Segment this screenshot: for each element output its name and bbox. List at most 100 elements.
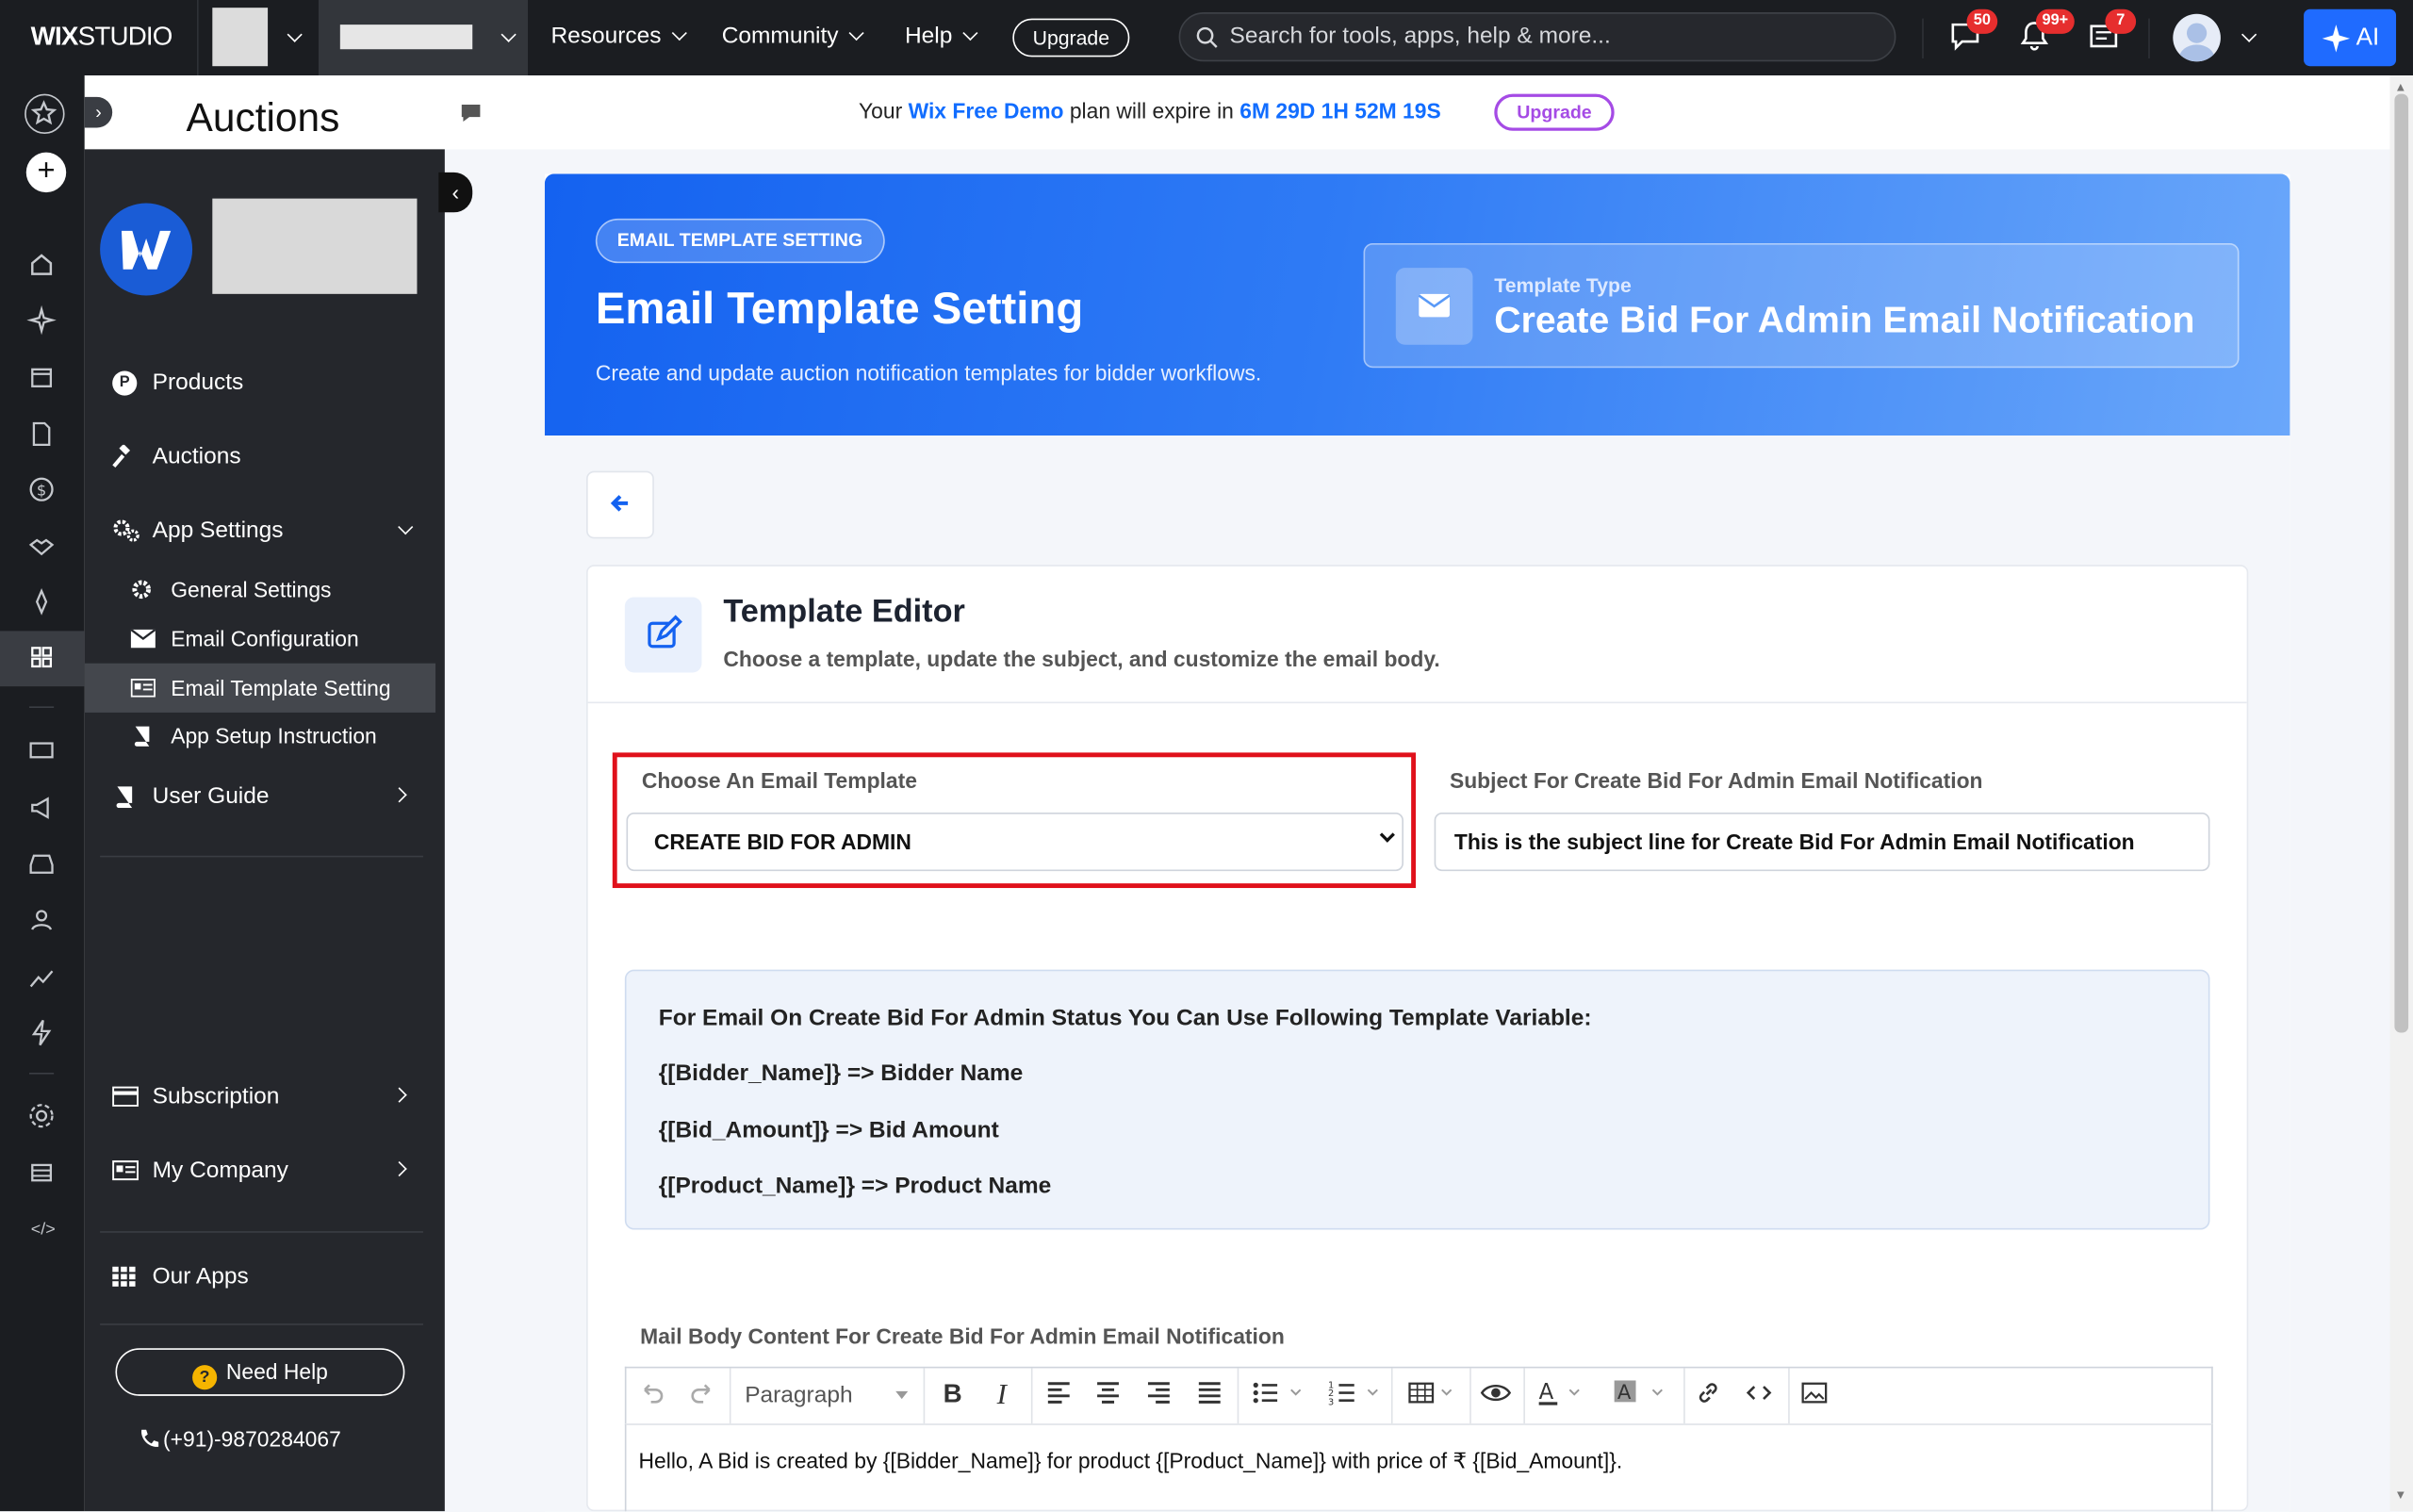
undo-icon[interactable] xyxy=(639,1379,670,1413)
chevron-down-icon[interactable] xyxy=(277,25,303,52)
collapse-sidebar-button[interactable]: ‹ xyxy=(438,172,473,213)
home-icon[interactable] xyxy=(26,249,60,283)
book-icon xyxy=(112,785,135,809)
sidebar-item-email-template-setting[interactable]: Email Template Setting xyxy=(130,676,391,700)
mail-body-editor[interactable]: Hello, A Bid is created by {[Bidder_Name… xyxy=(624,1423,2213,1512)
question-icon: ? xyxy=(191,1365,218,1390)
messages-icon[interactable]: 50 xyxy=(1948,8,1998,58)
upgrade-button[interactable]: Upgrade xyxy=(1012,18,1130,58)
svg-text:A: A xyxy=(1539,1380,1554,1405)
sidebar-item-my-company[interactable]: My Company xyxy=(112,1158,420,1184)
align-center-icon[interactable] xyxy=(1094,1379,1125,1413)
book-icon xyxy=(131,725,153,747)
sidebar-item-our-apps[interactable]: Our Apps xyxy=(112,1263,249,1290)
document-icon[interactable] xyxy=(26,419,60,452)
wix-studio-logo[interactable]: WIXSTUDIO xyxy=(31,22,173,53)
bullet-list-icon[interactable] xyxy=(1251,1379,1304,1413)
sidebar-item-general-settings[interactable]: General Settings xyxy=(131,577,332,601)
chevron-down-icon[interactable] xyxy=(2231,25,2257,52)
chevron-down-icon xyxy=(491,25,517,52)
gear-icon xyxy=(131,579,153,600)
contacts-icon[interactable] xyxy=(26,905,60,939)
page-scrollbar[interactable]: ▲ ▼ xyxy=(2389,74,2413,1512)
variable-item: {[Product_Name]} => Product Name xyxy=(658,1173,1052,1199)
plan-upgrade-button[interactable]: Upgrade xyxy=(1494,93,1615,131)
menu-resources[interactable]: Resources xyxy=(550,23,687,49)
design-icon[interactable] xyxy=(26,304,60,338)
font-color-icon[interactable]: A xyxy=(1535,1379,1588,1413)
products-icon: P xyxy=(112,370,138,396)
format-select[interactable]: Paragraph xyxy=(745,1379,914,1413)
monitor-icon[interactable] xyxy=(26,735,60,769)
inbox-icon[interactable] xyxy=(26,848,60,882)
sidebar-item-products[interactable]: P Products xyxy=(112,370,243,396)
align-right-icon[interactable] xyxy=(1145,1379,1176,1413)
dollar-icon[interactable]: $ xyxy=(26,474,60,508)
sidebar-item-app-settings[interactable]: App Settings xyxy=(112,518,420,544)
preview-icon[interactable] xyxy=(1480,1379,1515,1413)
sidebar-item-subscription[interactable]: Subscription xyxy=(112,1083,420,1109)
phone-number: (+91)-9870284067 xyxy=(139,1426,341,1452)
apps-icon[interactable] xyxy=(26,642,60,676)
image-icon[interactable] xyxy=(1800,1379,1834,1413)
link-icon[interactable] xyxy=(1695,1379,1729,1413)
credit-card-icon xyxy=(112,1086,139,1107)
feedback-icon[interactable] xyxy=(459,100,484,124)
add-icon[interactable]: + xyxy=(25,152,67,193)
back-button[interactable] xyxy=(586,470,654,539)
scrollbar-thumb[interactable] xyxy=(2394,93,2409,1033)
id-card-icon xyxy=(112,1160,139,1181)
align-justify-icon[interactable] xyxy=(1196,1379,1227,1413)
scroll-up-icon[interactable]: ▲ xyxy=(2394,80,2406,94)
sidebar-item-email-configuration[interactable]: Email Configuration xyxy=(130,626,359,651)
code-icon[interactable]: </> xyxy=(26,1214,60,1248)
subject-input[interactable]: This is the subject line for Create Bid … xyxy=(1434,813,2210,872)
plan-name[interactable]: Wix Free Demo xyxy=(909,98,1064,123)
align-left-icon[interactable] xyxy=(1045,1379,1076,1413)
calendar-icon[interactable] xyxy=(26,362,60,396)
editor-title: Template Editor xyxy=(723,594,965,630)
handshake-icon[interactable] xyxy=(26,531,60,565)
sidebar-item-user-guide[interactable]: User Guide xyxy=(112,783,420,810)
choose-template-label: Choose An Email Template xyxy=(641,767,917,793)
gears-icon xyxy=(112,518,140,544)
table-icon[interactable] xyxy=(1408,1379,1461,1413)
chevron-down-icon xyxy=(387,518,414,544)
scroll-down-icon[interactable]: ▼ xyxy=(2394,1488,2406,1503)
automation-icon[interactable] xyxy=(26,1017,60,1051)
id-card-icon xyxy=(130,678,156,698)
site-thumbnail[interactable] xyxy=(212,8,269,67)
star-icon[interactable] xyxy=(25,93,65,135)
megaphone-icon[interactable] xyxy=(26,793,60,827)
search-input[interactable]: Search for tools, apps, help & more... xyxy=(1178,12,1896,62)
settings-icon[interactable] xyxy=(26,1100,60,1134)
analytics-icon[interactable] xyxy=(26,961,60,995)
background-color-icon[interactable]: A xyxy=(1613,1379,1666,1413)
tasks-icon[interactable]: 7 xyxy=(2087,8,2137,58)
hero-banner: EMAIL TEMPLATE SETTING Email Template Se… xyxy=(544,173,2290,436)
sidebar-item-auctions[interactable]: Auctions xyxy=(112,443,241,469)
phone-icon xyxy=(139,1428,160,1450)
left-rail: + $ </> xyxy=(0,74,85,1512)
code-icon[interactable] xyxy=(1745,1379,1779,1413)
chevron-down-icon xyxy=(1379,827,1395,843)
menu-community[interactable]: Community xyxy=(722,23,864,49)
redo-icon[interactable] xyxy=(688,1379,719,1413)
menu-help[interactable]: Help xyxy=(905,23,978,49)
bold-icon[interactable]: B xyxy=(937,1379,968,1413)
bell-icon[interactable]: 99+ xyxy=(2017,8,2075,58)
expand-rail-button[interactable]: › xyxy=(84,96,113,128)
avatar[interactable] xyxy=(2173,13,2221,62)
tasks-badge: 7 xyxy=(2105,8,2137,34)
site-selector[interactable] xyxy=(318,0,528,75)
envelope-icon xyxy=(130,629,156,649)
sparkle-icon xyxy=(2321,23,2352,54)
numbered-list-icon[interactable]: 123 xyxy=(1328,1379,1381,1413)
pen-icon[interactable] xyxy=(26,586,60,620)
need-help-button[interactable]: ? Need Help xyxy=(115,1348,405,1396)
email-template-select[interactable]: CREATE BID FOR ADMIN xyxy=(626,813,1403,872)
sidebar-item-app-setup-instruction[interactable]: App Setup Instruction xyxy=(131,723,377,748)
ai-button[interactable]: AI xyxy=(2304,8,2397,67)
table-icon[interactable] xyxy=(26,1158,60,1192)
italic-icon[interactable]: I xyxy=(987,1379,1018,1413)
